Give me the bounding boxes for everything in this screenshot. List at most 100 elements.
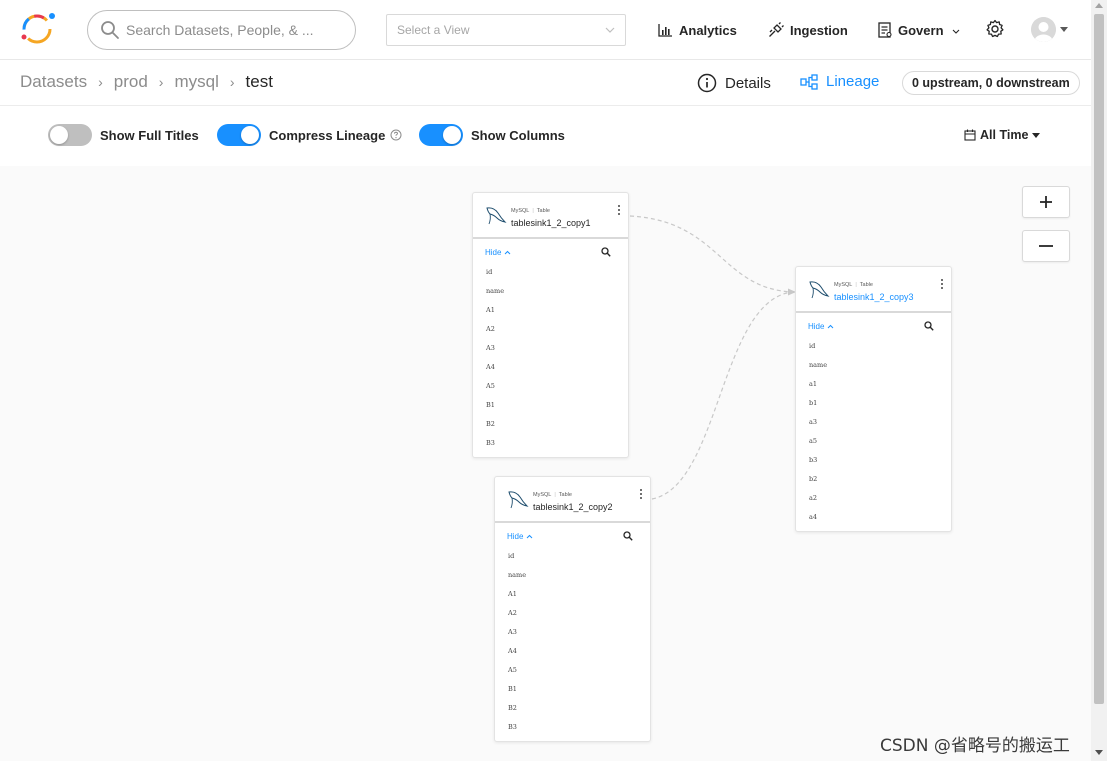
more-vertical-icon[interactable]: [639, 488, 643, 500]
show-full-titles-toggle[interactable]: Show Full Titles: [48, 124, 199, 146]
column-item[interactable]: B3: [495, 718, 650, 737]
column-item[interactable]: name: [495, 566, 650, 585]
column-item[interactable]: A1: [473, 301, 628, 320]
node-subtype: Table: [536, 208, 550, 214]
avatar: [1031, 17, 1056, 42]
lineage-node[interactable]: MySQL | Table tablesink1_2_copy2 Hide id n…: [494, 476, 651, 742]
column-item[interactable]: A1: [495, 585, 650, 604]
search-bar[interactable]: [87, 10, 356, 50]
column-item[interactable]: A4: [473, 358, 628, 377]
nav-govern[interactable]: Govern: [878, 19, 960, 41]
nav-govern-label: Govern: [898, 22, 944, 38]
node-column-bar: Hide: [473, 239, 628, 263]
search-icon[interactable]: [623, 531, 633, 541]
info-circle-icon: [697, 73, 717, 93]
tab-lineage-label: Lineage: [826, 73, 880, 90]
search-icon: [101, 21, 119, 39]
column-list: id name a1 b1 a3 a5 b3 b2 a2 a4: [796, 337, 951, 531]
column-item[interactable]: A5: [473, 377, 628, 396]
column-item[interactable]: b1: [796, 394, 951, 413]
scroll-down-arrow-icon[interactable]: [1095, 750, 1103, 755]
time-range-filter[interactable]: All Time: [964, 128, 1041, 142]
column-item[interactable]: a4: [796, 508, 951, 527]
partition-icon: [800, 73, 818, 90]
show-columns-toggle[interactable]: Show Columns: [419, 124, 565, 146]
zoom-in-button[interactable]: [1022, 186, 1070, 218]
column-item[interactable]: A3: [495, 623, 650, 642]
column-item[interactable]: id: [473, 263, 628, 282]
search-icon[interactable]: [601, 247, 611, 257]
hide-columns-button[interactable]: Hide: [808, 322, 834, 331]
column-item[interactable]: A5: [495, 661, 650, 680]
hide-columns-button[interactable]: Hide: [507, 532, 533, 541]
column-item[interactable]: A3: [473, 339, 628, 358]
more-vertical-icon[interactable]: [617, 204, 621, 216]
nav-ingestion[interactable]: Ingestion: [768, 19, 848, 41]
node-platform: MySQL: [533, 492, 552, 498]
more-vertical-icon[interactable]: [940, 278, 944, 290]
lineage-canvas[interactable]: MySQL | Table tablesink1_2_copy1 Hide id n…: [0, 166, 1091, 761]
settings-button[interactable]: [985, 19, 1005, 44]
zoom-out-button[interactable]: [1022, 230, 1070, 262]
breadcrumb-item[interactable]: mysql: [174, 72, 218, 92]
column-item[interactable]: B3: [473, 434, 628, 453]
user-menu[interactable]: [1031, 17, 1068, 42]
column-item[interactable]: name: [796, 356, 951, 375]
question-circle-icon[interactable]: [390, 129, 402, 141]
column-item[interactable]: b2: [796, 470, 951, 489]
compress-lineage-toggle[interactable]: Compress Lineage: [217, 124, 402, 146]
column-item[interactable]: A2: [473, 320, 628, 339]
lineage-node[interactable]: MySQL | Table tablesink1_2_copy1 Hide id n…: [472, 192, 629, 458]
page-scrollbar[interactable]: [1091, 0, 1107, 761]
tab-details-label: Details: [725, 74, 771, 92]
show-full-titles-switch[interactable]: [48, 124, 92, 146]
column-item[interactable]: b3: [796, 451, 951, 470]
tab-lineage[interactable]: Lineage: [800, 73, 879, 90]
node-title[interactable]: tablesink1_2_copy3: [834, 292, 914, 302]
breadcrumb-item[interactable]: Datasets: [20, 72, 87, 92]
column-item[interactable]: id: [495, 547, 650, 566]
entity-header: Datasets › prod › mysql › test Details L…: [0, 60, 1091, 106]
show-columns-switch[interactable]: [419, 124, 463, 146]
column-item[interactable]: B2: [473, 415, 628, 434]
plus-icon: [1040, 196, 1052, 208]
column-item[interactable]: B1: [495, 680, 650, 699]
search-icon[interactable]: [924, 321, 934, 331]
search-input[interactable]: [124, 21, 334, 39]
column-list: id name A1 A2 A3 A4 A5 B1 B2 B3: [473, 263, 628, 457]
node-header[interactable]: MySQL | Table tablesink1_2_copy2: [495, 477, 650, 523]
file-text-icon: [878, 22, 892, 38]
node-header[interactable]: MySQL | Table tablesink1_2_copy1: [473, 193, 628, 239]
view-select[interactable]: Select a View: [386, 14, 626, 46]
column-item[interactable]: B2: [495, 699, 650, 718]
column-item[interactable]: B1: [473, 396, 628, 415]
chevron-down-icon: [952, 29, 959, 34]
nav-analytics[interactable]: Analytics: [658, 19, 737, 41]
tab-details[interactable]: Details: [697, 73, 771, 93]
node-title[interactable]: tablesink1_2_copy2: [533, 502, 613, 512]
column-item[interactable]: a5: [796, 432, 951, 451]
node-platform: MySQL: [511, 208, 530, 214]
scrollbar-thumb[interactable]: [1094, 14, 1104, 704]
datahub-logo-icon[interactable]: [18, 11, 58, 47]
node-subtype: Table: [859, 282, 873, 288]
column-item[interactable]: a3: [796, 413, 951, 432]
column-item[interactable]: name: [473, 282, 628, 301]
breadcrumb-separator: ›: [98, 74, 103, 90]
breadcrumb-item[interactable]: prod: [114, 72, 148, 92]
node-subtype: Table: [558, 492, 572, 498]
node-header[interactable]: MySQL | Table tablesink1_2_copy3: [796, 267, 951, 313]
column-item[interactable]: a1: [796, 375, 951, 394]
chevron-down-icon: [605, 27, 615, 33]
hide-columns-label: Hide: [485, 248, 502, 257]
scroll-up-arrow-icon[interactable]: [1095, 3, 1103, 8]
column-item[interactable]: A4: [495, 642, 650, 661]
hide-columns-button[interactable]: Hide: [485, 248, 511, 257]
column-item[interactable]: a2: [796, 489, 951, 508]
lineage-node-root[interactable]: MySQL | Table tablesink1_2_copy3 Hide id n…: [795, 266, 952, 532]
column-item[interactable]: id: [796, 337, 951, 356]
compress-lineage-switch[interactable]: [217, 124, 261, 146]
show-columns-label: Show Columns: [471, 127, 565, 143]
column-item[interactable]: A2: [495, 604, 650, 623]
node-title[interactable]: tablesink1_2_copy1: [511, 218, 591, 228]
